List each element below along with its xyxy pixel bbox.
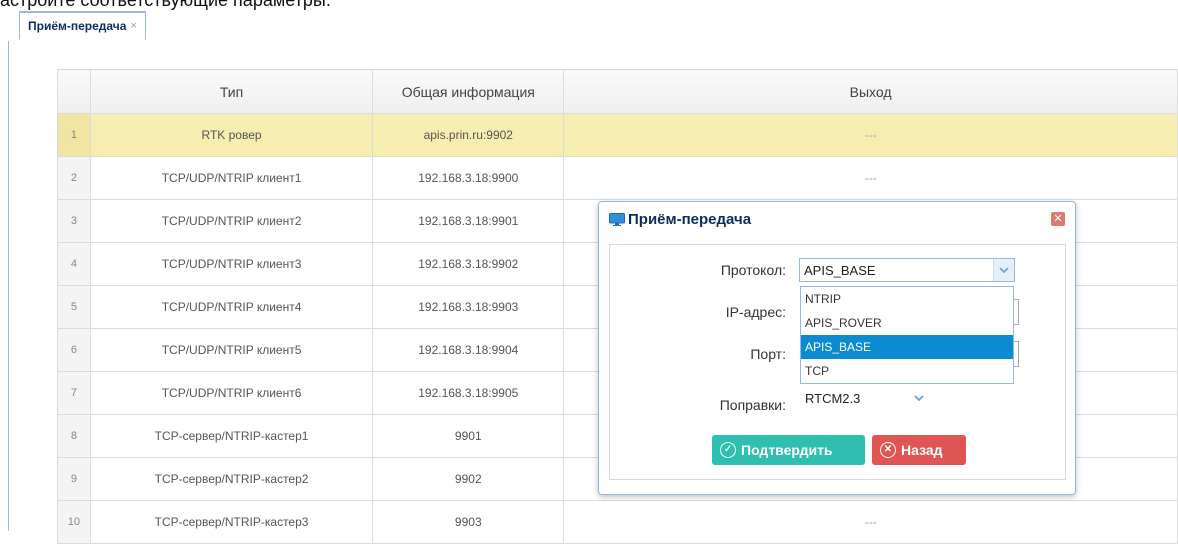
close-icon[interactable]: ✕ [1051, 212, 1065, 226]
confirm-button[interactable]: ✓ Подтвердить [712, 435, 865, 465]
dropdown-option[interactable]: NTRIP [801, 287, 1013, 311]
protocol-label: Протокол: [720, 262, 786, 278]
row-number: 10 [57, 500, 91, 544]
cell-type: TCP/UDP/NTRIP клиент2 [89, 199, 374, 243]
cell-info: 192.168.3.18:9901 [372, 199, 565, 243]
chevron-down-icon[interactable] [909, 387, 929, 409]
dropdown-option-selected[interactable]: APIS_BASE [801, 335, 1013, 359]
close-circle-icon: ✕ [880, 442, 896, 458]
cell-info: 192.168.3.18:9900 [372, 156, 565, 200]
ip-label: IP-адрес: [725, 304, 786, 320]
dialog-title: Приём-передача [628, 210, 752, 228]
tab-strip: Приём-передача × [8, 11, 1178, 42]
cell-type: TCP/UDP/NTRIP клиент6 [89, 371, 374, 415]
cell-info: 9901 [372, 414, 565, 458]
cell-info: 192.168.3.18:9904 [372, 328, 565, 372]
row-number: 1 [57, 113, 91, 157]
cell-type: TCP-сервер/NTRIP-кастер3 [89, 500, 374, 544]
protocol-select[interactable]: APIS_BASE [799, 258, 1015, 282]
dropdown-option[interactable]: TCP [801, 359, 1013, 383]
row-number: 3 [57, 199, 91, 243]
corrections-label: Поправки: [719, 397, 786, 413]
cell-type: RTK ровер [89, 113, 374, 157]
check-circle-icon: ✓ [720, 442, 736, 458]
cell-type: TCP/UDP/NTRIP клиент5 [89, 328, 374, 372]
row-number: 5 [57, 285, 91, 329]
table-row[interactable]: 2 TCP/UDP/NTRIP клиент1 192.168.3.18:9900-… [57, 156, 1178, 200]
cell-type: TCP/UDP/NTRIP клиент1 [89, 156, 374, 200]
cell-info: apis.prin.ru:9902 [372, 113, 565, 157]
cell-info: 192.168.3.18:9902 [372, 242, 565, 286]
protocol-value: APIS_BASE [804, 262, 876, 278]
protocol-dropdown-list: NTRIP APIS_ROVER APIS_BASE TCP [800, 286, 1014, 384]
dropdown-option[interactable]: APIS_ROVER [801, 311, 1013, 335]
cell-info: 9902 [372, 457, 565, 501]
row-number: 8 [57, 414, 91, 458]
cell-info: 192.168.3.18:9903 [372, 285, 565, 329]
cell-type: TCP-сервер/NTRIP-кастер2 [89, 457, 374, 501]
table-header-row: Тип Общая информация Выход [57, 69, 1178, 114]
cell-info: 192.168.3.18:9905 [372, 371, 565, 415]
row-number: 4 [57, 242, 91, 286]
header-output[interactable]: Выход [563, 69, 1178, 114]
row-number: 7 [57, 371, 91, 415]
tab-close-icon[interactable]: × [130, 20, 136, 32]
row-number: 9 [57, 457, 91, 501]
cell-type: TCP-сервер/NTRIP-кастер1 [89, 414, 374, 458]
cell-output: --- [563, 500, 1178, 544]
header-info[interactable]: Общая информация [372, 69, 565, 114]
cell-info: 9903 [372, 500, 565, 544]
cell-output: --- [563, 156, 1178, 200]
cell-type: TCP/UDP/NTRIP клиент3 [89, 242, 374, 286]
dialog-header[interactable]: Приём-передача [599, 202, 1075, 236]
tab-receive-transmit[interactable]: Приём-передача × [19, 11, 146, 40]
chevron-down-icon[interactable] [993, 259, 1014, 281]
monitor-icon [609, 212, 625, 226]
back-label: Назад [901, 442, 943, 458]
row-number: 6 [57, 328, 91, 372]
back-button[interactable]: ✕ Назад [872, 435, 966, 465]
row-number: 2 [57, 156, 91, 200]
cell-output: --- [563, 113, 1178, 157]
cell-type: TCP/UDP/NTRIP клиент4 [89, 285, 374, 329]
corrections-value: RTCM2.3 [805, 390, 861, 406]
header-num [57, 69, 91, 114]
table-row[interactable]: 10 TCP-сервер/NTRIP-кастер3 9903 --- [57, 500, 1178, 544]
tab-label: Приём-передача [28, 19, 127, 33]
confirm-label: Подтвердить [741, 442, 833, 458]
header-type[interactable]: Тип [89, 69, 374, 114]
table-row[interactable]: 1 RTK ровер apis.prin.ru:9902 --- [57, 113, 1178, 157]
page-caption: астройте соответствующие параметры. [0, 0, 331, 10]
port-label: Порт: [750, 346, 786, 362]
corrections-select[interactable]: RTCM2.3 [800, 386, 930, 410]
